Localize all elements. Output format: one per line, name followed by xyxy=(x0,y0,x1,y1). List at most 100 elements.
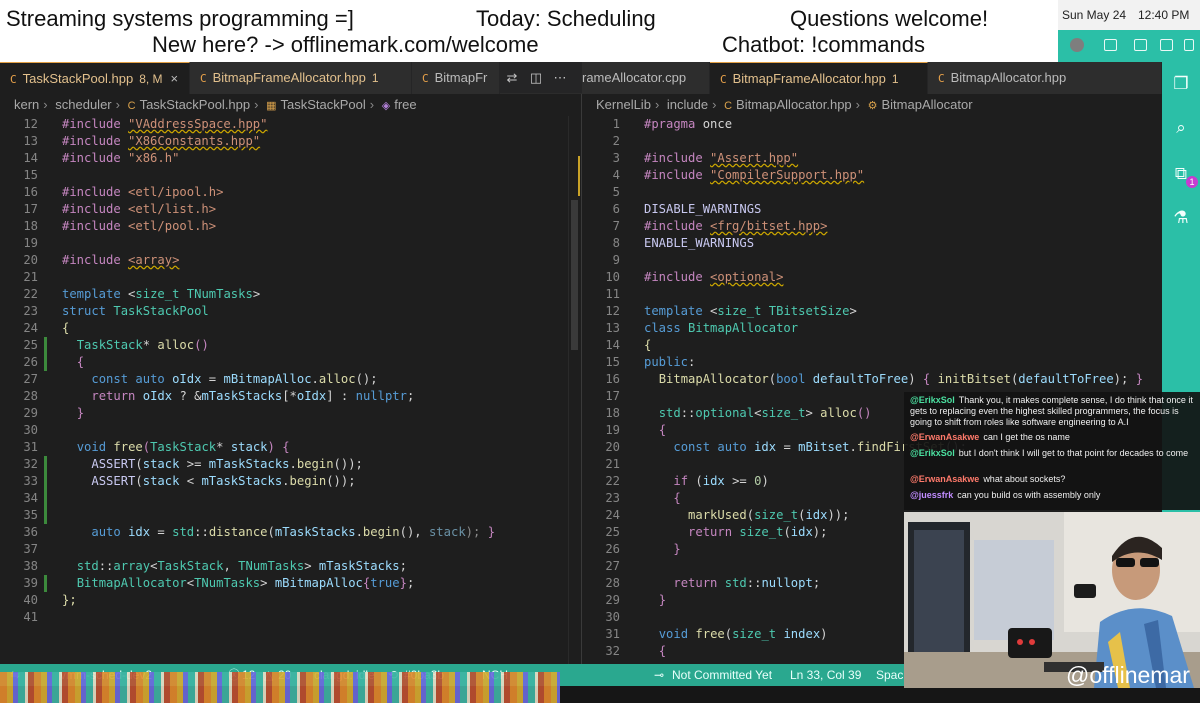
indentation-setting[interactable]: Spac xyxy=(876,664,903,686)
tab-frameallocator-cpp[interactable]: rameAllocator.cpp xyxy=(582,62,710,94)
cpp-file-icon: C xyxy=(422,72,429,85)
code-line[interactable]: 39 BitmapAllocator<TNumTasks> mBitmapAll… xyxy=(0,575,568,592)
code-line[interactable]: 20 #include <array> xyxy=(0,252,568,269)
breadcrumb-item[interactable]: include xyxy=(667,97,708,112)
overlay-chatbot: Chatbot: !commands xyxy=(722,32,925,57)
code-line[interactable]: 16 BitmapAllocator(bool defaultToFree) {… xyxy=(582,371,1162,388)
cursor-position[interactable]: Ln 33, Col 39 xyxy=(790,664,861,686)
stream-overlay-banner: Streaming systems programming =] Today: … xyxy=(0,0,1058,62)
code-line[interactable]: 41 xyxy=(0,609,568,626)
breadcrumb-item[interactable]: BitmapAllocator xyxy=(882,97,973,112)
cpp-file-icon: C xyxy=(200,72,207,85)
left-editor-scrollbar[interactable] xyxy=(568,116,580,664)
chat-message: @ErikxSol but I don't think I will get to… xyxy=(910,448,1189,458)
code-line[interactable]: 17 #include <etl/list.h> xyxy=(0,201,568,218)
cpp-file-icon: C xyxy=(10,73,17,86)
code-line[interactable]: 15 xyxy=(0,167,568,184)
overlay-topic: Today: Scheduling xyxy=(476,6,656,31)
cpp-file-icon: C xyxy=(724,100,733,112)
code-line[interactable]: 37 xyxy=(0,541,568,558)
code-line[interactable]: 14{ xyxy=(582,337,1162,354)
tab-taskstackpool[interactable]: C TaskStackPool.hpp 8, M × xyxy=(0,62,190,94)
code-line[interactable]: 18 #include <etl/pool.h> xyxy=(0,218,568,235)
tab-label: BitmapFr xyxy=(434,70,488,85)
code-line[interactable]: 21 xyxy=(0,269,568,286)
code-line[interactable]: 4 #include "CompilerSupport.hpp" xyxy=(582,167,1162,184)
layout-panel-icon[interactable] xyxy=(1104,39,1117,51)
window-controls xyxy=(1058,30,1200,62)
code-line[interactable]: 13 #include "X86Constants.hpp" xyxy=(0,133,568,150)
git-blame-status[interactable]: Not Committed Yet xyxy=(672,664,772,686)
editor-left[interactable]: 12 #include "VAddressSpace.hpp" 13 #includ… xyxy=(0,116,568,664)
code-line[interactable]: 9 xyxy=(582,252,1162,269)
layout-bottom-icon[interactable] xyxy=(1160,39,1173,51)
search-icon[interactable]: ⌕ xyxy=(1171,118,1191,138)
code-line[interactable]: 25 TaskStack* alloc() xyxy=(0,337,568,354)
code-line[interactable]: 36 auto idx = std::distance(mTaskStacks.… xyxy=(0,524,568,541)
code-line[interactable]: 32 ASSERT(stack >= mTaskStacks.begin()); xyxy=(0,456,568,473)
class-icon: ⚙ xyxy=(867,100,878,112)
close-icon[interactable]: × xyxy=(171,71,179,86)
split-editor-icon[interactable]: ◫ xyxy=(528,70,544,86)
explorer-icon[interactable]: ❐ xyxy=(1171,74,1191,94)
code-line[interactable]: 11 xyxy=(582,286,1162,303)
code-line[interactable]: 8 ENABLE_WARNINGS xyxy=(582,235,1162,252)
code-line[interactable]: 22 template <size_t TNumTasks> xyxy=(0,286,568,303)
layout-right-icon[interactable] xyxy=(1184,39,1194,51)
code-line[interactable]: 2 xyxy=(582,133,1162,150)
code-line[interactable]: 40}; xyxy=(0,592,568,609)
code-line[interactable]: 19 xyxy=(0,235,568,252)
code-line[interactable]: 14 #include "x86.h" xyxy=(0,150,568,167)
breadcrumb-left: kern › scheduler › C TaskStackPool.hpp › ▦ Ta… xyxy=(14,94,580,116)
code-line[interactable]: 12 template <size_t TBitsetSize> xyxy=(582,303,1162,320)
code-line[interactable]: 15 public: xyxy=(582,354,1162,371)
layout-sidebar-icon[interactable] xyxy=(1134,39,1147,51)
breadcrumb-item[interactable]: TaskStackPool xyxy=(281,97,366,112)
code-line[interactable]: 26 { xyxy=(0,354,568,371)
overlay-questions: Questions welcome! xyxy=(790,6,989,31)
tab-badge: 8, M xyxy=(139,72,163,86)
chat-message: @ErikxSol Thank you, it makes complete se… xyxy=(910,395,1193,427)
code-line[interactable]: 6 DISABLE_WARNINGS xyxy=(582,201,1162,218)
account-icon[interactable] xyxy=(1070,38,1084,52)
code-line[interactable]: 34 xyxy=(0,490,568,507)
code-line[interactable]: 7 #include <frg/bitset.hpp> xyxy=(582,218,1162,235)
code-line[interactable]: 33 ASSERT(stack < mTaskStacks.begin()); xyxy=(0,473,568,490)
code-line[interactable]: 30 xyxy=(0,422,568,439)
code-line[interactable]: 1 #pragma once xyxy=(582,116,1162,133)
code-line[interactable]: 16 #include <etl/ipool.h> xyxy=(0,184,568,201)
code-line[interactable]: 10 #include <optional> xyxy=(582,269,1162,286)
code-line[interactable]: 29 } xyxy=(0,405,568,422)
code-line[interactable]: 23 struct TaskStackPool xyxy=(0,303,568,320)
tab-bitmapfr[interactable]: C BitmapFr xyxy=(412,62,500,94)
code-line[interactable]: 38 std::array<TaskStack, TNumTasks> mTas… xyxy=(0,558,568,575)
breadcrumb-item[interactable]: kern xyxy=(14,97,39,112)
chat-overlay: @ErikxSol Thank you, it makes complete se… xyxy=(904,392,1200,510)
tab-bitmapframeallocator[interactable]: C BitmapFrameAllocator.hpp 1 xyxy=(190,62,412,94)
code-line[interactable]: 35 xyxy=(0,507,568,524)
code-line[interactable]: 3 #include "Assert.hpp" xyxy=(582,150,1162,167)
menubar-time: 12:40 PM xyxy=(1138,8,1190,22)
breadcrumb-item[interactable]: scheduler xyxy=(55,97,111,112)
breadcrumb-item[interactable]: BitmapAllocator.hpp xyxy=(736,97,852,112)
more-icon[interactable]: ⋯ xyxy=(552,70,568,86)
breadcrumb-item[interactable]: TaskStackPool.hpp xyxy=(140,97,251,112)
breadcrumb-right: KernelLib › include › C BitmapAllocator.hpp… xyxy=(596,94,1162,116)
tab-label: BitmapFrameAllocator.hpp xyxy=(212,70,366,85)
chat-message: @ErwanAsakwe can I get the os name xyxy=(910,432,1070,442)
testing-flask-icon[interactable]: ⚗ xyxy=(1171,208,1191,228)
code-line[interactable]: 13 class BitmapAllocator xyxy=(582,320,1162,337)
breadcrumb-item[interactable]: KernelLib xyxy=(596,97,651,112)
code-line[interactable]: 12 #include "VAddressSpace.hpp" xyxy=(0,116,568,133)
video-glitch-strip xyxy=(0,672,560,703)
code-line[interactable]: 27 const auto oIdx = mBitmapAlloc.alloc(… xyxy=(0,371,568,388)
code-line[interactable]: 28 return oIdx ? &mTaskStacks[*oIdx] : n… xyxy=(0,388,568,405)
code-line[interactable]: 5 xyxy=(582,184,1162,201)
breadcrumb-item[interactable]: free xyxy=(394,97,416,112)
compare-icon[interactable]: ⇄ xyxy=(504,70,520,86)
code-line[interactable]: 31 void free(TaskStack* stack) { xyxy=(0,439,568,456)
code-line[interactable]: 24{ xyxy=(0,320,568,337)
streamer-handle: @offlinemar xyxy=(1066,662,1190,688)
tab-bitmapallocator[interactable]: C BitmapAllocator.hpp xyxy=(928,62,1162,94)
tab-bitmapframeallocator-right[interactable]: C BitmapFrameAllocator.hpp 1 xyxy=(710,62,928,94)
